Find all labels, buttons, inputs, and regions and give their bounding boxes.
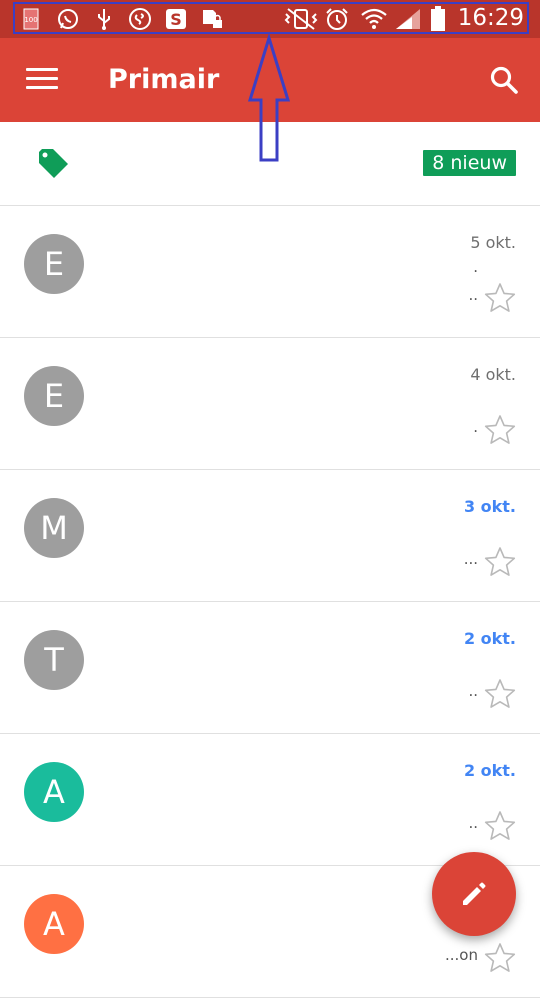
email-list-item[interactable]: A 2 okt... [0,734,540,866]
email-list-item[interactable]: M 3 okt.... [0,470,540,602]
star-icon[interactable] [484,282,516,314]
star-icon[interactable] [484,942,516,974]
star-icon[interactable] [484,810,516,842]
status-bar-highlight-box [13,2,529,34]
star-icon[interactable] [484,414,516,446]
sender-avatar[interactable]: M [24,498,84,558]
email-date: 2 okt. [463,629,516,648]
category-primary-row[interactable]: 8 nieuw [0,122,540,206]
compose-button[interactable] [432,852,516,936]
email-date: 2 okt. [463,761,516,780]
email-date: 4 okt. [470,365,516,384]
email-date: 5 okt. [470,233,516,252]
email-list-item[interactable]: E 5 okt.... [0,206,540,338]
sender-avatar[interactable]: A [24,894,84,954]
star-icon[interactable] [484,678,516,710]
email-snippet-end: .. [468,814,478,832]
email-snippet: . [473,258,478,276]
sender-avatar[interactable]: T [24,630,84,690]
email-snippet-end: ...on [445,946,478,964]
sender-avatar[interactable]: E [24,366,84,426]
menu-button[interactable] [26,68,58,92]
email-list-item[interactable]: T 2 okt... [0,602,540,734]
hamburger-icon-line [26,68,58,71]
search-icon [490,66,518,94]
email-snippet-end: ... [463,550,478,568]
search-button[interactable] [488,64,520,96]
sender-avatar[interactable]: E [24,234,84,294]
hamburger-icon-line [26,86,58,89]
status-bar: 100 S 16:29 [0,0,540,38]
email-date: 3 okt. [463,497,516,516]
app-bar: Primair [0,38,540,122]
star-icon[interactable] [484,546,516,578]
email-list-item[interactable]: E 4 okt.. [0,338,540,470]
hamburger-icon-line [26,77,58,80]
label-tag-icon [39,149,68,178]
new-count-badge: 8 nieuw [423,150,516,176]
email-snippet-end: . [473,418,478,436]
email-snippet-end: .. [468,286,478,304]
sender-avatar[interactable]: A [24,762,84,822]
page-title: Primair [108,64,220,95]
pencil-icon [463,882,486,905]
email-snippet-end: .. [468,682,478,700]
